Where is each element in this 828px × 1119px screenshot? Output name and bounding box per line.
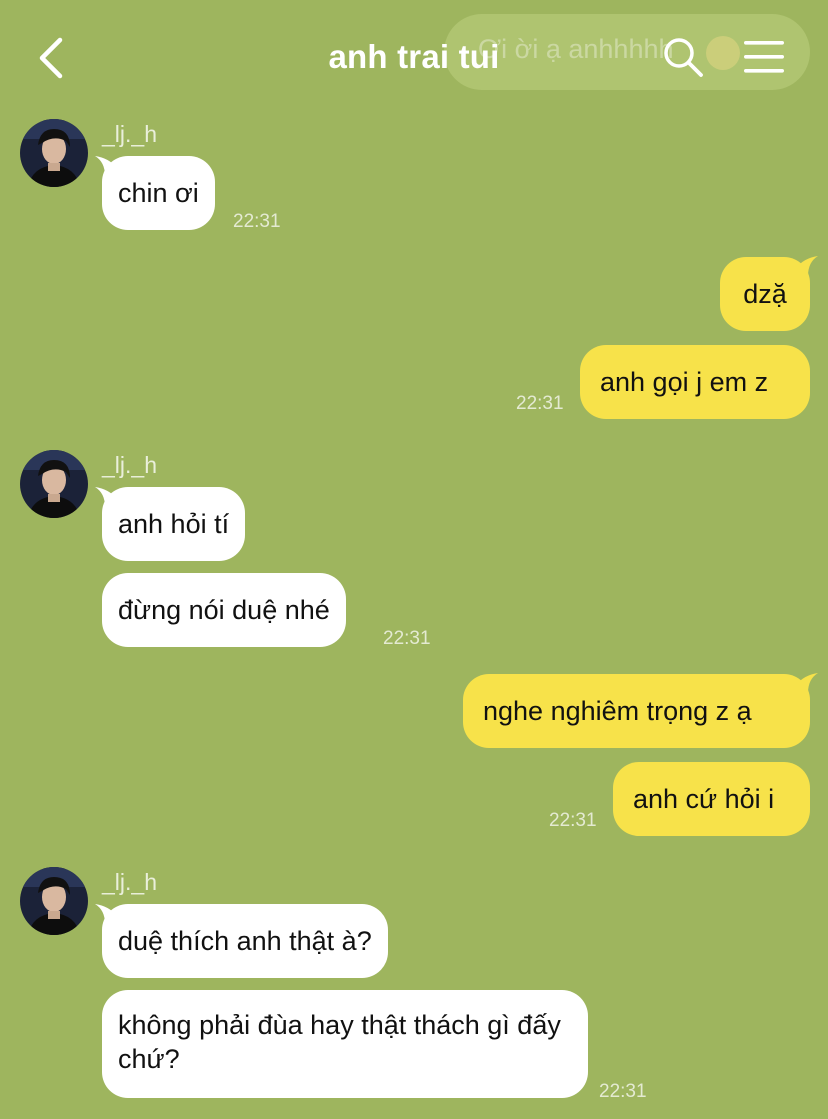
message-timestamp: 22:31 [383,628,431,649]
message-bubble-incoming[interactable]: chin ơi [102,156,215,230]
message-text: anh gọi j em z [600,367,769,397]
message-text: đừng nói duệ nhé [118,595,330,625]
avatar-photo [20,867,88,935]
search-button[interactable] [662,36,704,78]
search-icon [664,38,703,77]
sender-name: _lj._h [102,121,157,147]
avatar-photo [20,450,88,518]
bubble-tail [796,673,818,693]
message-text: duệ thích anh thật à? [118,926,372,956]
message-timestamp: 22:31 [516,393,564,414]
message-bubble-incoming[interactable]: anh hỏi tí [102,487,246,561]
message-text: không phải đùa hay thật thách gì đấy chứ… [118,1010,561,1074]
sender-name: _lj._h [102,452,157,478]
bubble-tail [95,904,117,924]
chat-header: Ơi ời ạ anhhhhh anh trai tui [0,0,828,112]
message-bubble-incoming[interactable]: không phải đùa hay thật thách gì đấy chứ… [102,990,588,1098]
message-text: nghe nghiêm trọng z ạ [483,696,752,726]
message-text: anh hỏi tí [118,509,230,539]
message-text: anh cứ hỏi i [633,784,775,814]
sender-name: _lj._h [102,869,157,895]
avatar[interactable] [20,119,88,187]
avatar-photo [20,119,88,187]
avatar[interactable] [20,867,88,935]
message-bubble-outgoing[interactable]: anh gọi j em z [580,345,810,419]
message-timestamp: 22:31 [599,1081,647,1102]
message-text: dzặ [743,279,787,309]
message-bubble-incoming[interactable]: duệ thích anh thật à? [102,904,388,978]
message-timestamp: 22:31 [549,810,597,831]
hamburger-menu-icon [744,41,784,73]
message-bubble-outgoing[interactable]: anh cứ hỏi i [613,762,810,836]
bubble-tail [95,156,117,176]
message-text: chin ơi [118,178,199,208]
bubble-tail [796,256,818,276]
message-timestamp: 22:31 [233,211,281,232]
message-bubble-outgoing[interactable]: nghe nghiêm trọng z ạ [463,674,810,748]
bubble-tail [95,487,117,507]
menu-button[interactable] [742,38,786,76]
avatar[interactable] [20,450,88,518]
message-bubble-incoming[interactable]: đừng nói duệ nhé [102,573,346,647]
